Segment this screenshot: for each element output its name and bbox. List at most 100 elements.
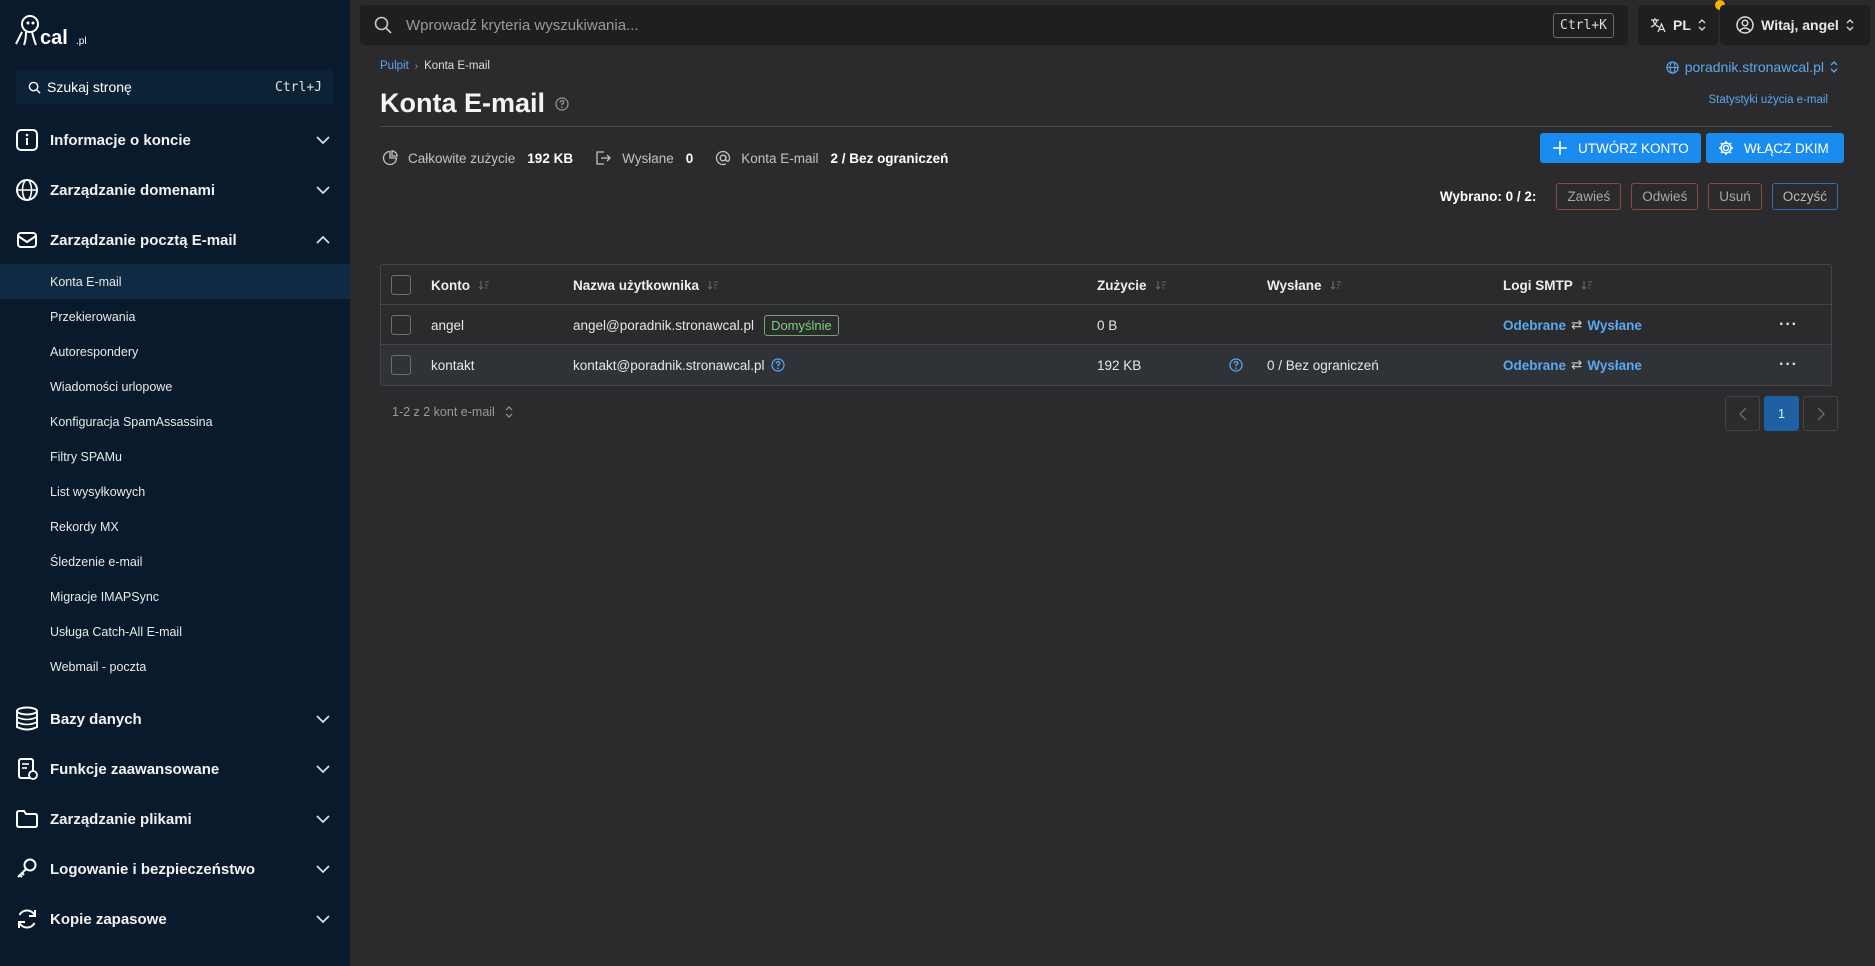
language-selector[interactable]: PL [1638,5,1718,45]
search-icon [374,16,392,34]
sidebar-group-account-info[interactable]: Informacje o koncie [0,115,350,165]
enable-dkim-button[interactable]: WŁĄCZ DKIM [1706,133,1844,163]
domain-selector[interactable]: poradnik.stronawcal.pl [1666,59,1838,75]
sidebar-item-spamassassin[interactable]: Konfiguracja SpamAssassina [0,404,350,439]
sidebar-group-label: Funkcje zaawansowane [50,760,220,778]
sidebar-item-vacation[interactable]: Wiadomości urlopowe [0,369,350,404]
pagination-info[interactable]: 1-2 z 2 kont e-mail [392,405,513,419]
global-search[interactable]: Wprowadź kryteria wyszukiwania... Ctrl+K [360,5,1628,45]
page-title-text: Konta E-mail [380,88,546,118]
row-checkbox[interactable] [391,355,411,375]
cell-usage: 192 KB [1097,357,1142,373]
chevron-down-icon [316,715,330,724]
sidebar: cal .pl Szukaj stronę Ctrl+J Informacje … [0,0,350,966]
sidebar-item-spam-filters[interactable]: Filtry SPAMu [0,439,350,474]
sent-log-link[interactable]: Wysłane [1587,318,1642,333]
more-actions-icon[interactable]: ··· [1779,316,1798,334]
table-header: Konto Nazwa użytkownika Zużycie Wysłane … [381,265,1831,305]
col-account-label: Konto [431,277,470,293]
clear-button[interactable]: Oczyść [1771,183,1838,210]
more-actions-icon[interactable]: ··· [1779,356,1798,374]
folder-icon [14,806,40,832]
col-account[interactable]: Konto [431,265,490,305]
select-all-checkbox[interactable] [391,275,411,295]
user-greeting: Witaj, angel [1761,17,1839,33]
sidebar-item-email-accounts[interactable]: Konta E-mail [0,264,350,299]
globe-icon [14,177,40,203]
delete-button[interactable]: Usuń [1708,183,1762,210]
sidebar-group-security[interactable]: Logowanie i bezpieczeństwo [0,844,350,894]
at-sign-icon [716,150,731,166]
global-search-input[interactable]: Wprowadź kryteria wyszukiwania... [406,17,1553,34]
plus-icon [1553,141,1567,155]
domain-name: poradnik.stronawcal.pl [1684,59,1824,75]
sidebar-item-mailing-lists[interactable]: List wysyłkowych [0,474,350,509]
select-all-checkbox-cell [391,265,411,305]
info-icon [14,127,40,153]
sidebar-item-forwarders[interactable]: Przekierowania [0,299,350,334]
suspend-button[interactable]: Zawieś [1556,183,1622,210]
col-smtp-label: Logi SMTP [1503,277,1573,293]
user-menu[interactable]: Witaj, angel [1720,5,1870,45]
cell-smtp-logs: Odebrane ⇄ Wysłane [1503,345,1642,385]
total-usage-value: 192 KB [527,150,574,166]
row-actions-cell: ··· [1779,305,1798,345]
pie-chart-icon [382,150,398,166]
col-username[interactable]: Nazwa użytkownika [573,265,719,305]
help-icon[interactable] [1229,358,1243,372]
chevron-right-icon [1817,407,1825,420]
sidebar-group-domains[interactable]: Zarządzanie domenami [0,165,350,215]
sidebar-group-databases[interactable]: Bazy danych [0,694,350,744]
chevron-down-icon [316,865,330,874]
help-icon[interactable] [555,96,569,111]
accounts-value: 2 / Bez ograniczeń [830,150,949,166]
sidebar-item-mx-records[interactable]: Rekordy MX [0,509,350,544]
table-row[interactable]: angel angel@poradnik.stronawcal.pl Domyśl… [381,305,1831,345]
table-row[interactable]: kontakt kontakt@poradnik.stronawcal.pl 1… [381,345,1831,385]
cell-account: angel [431,317,465,333]
sidebar-search[interactable]: Szukaj stronę Ctrl+J [16,70,334,104]
main-content: Pulpit › Konta E-mail poradnik.stronawca… [360,50,1870,966]
row-checkbox[interactable] [391,315,411,335]
usage-stats-link[interactable]: Statystyki użycia e-mail [1708,94,1828,106]
sidebar-item-webmail[interactable]: Webmail - poczta [0,649,350,684]
sort-icon [478,281,489,290]
row-checkbox-cell [391,305,411,345]
received-log-link[interactable]: Odebrane [1503,358,1566,373]
create-account-button[interactable]: UTWÓRZ KONTO [1540,133,1701,163]
col-sent-label: Wysłane [1267,277,1322,293]
help-icon[interactable] [770,358,785,372]
chevron-down-icon [316,765,330,774]
create-account-label: UTWÓRZ KONTO [1578,140,1689,156]
swap-arrows-icon: ⇄ [1571,357,1583,372]
page-button[interactable]: 1 [1764,396,1799,431]
total-usage-label: Całkowite zużycie [408,150,516,166]
breadcrumb-home[interactable]: Pulpit [380,60,409,72]
next-page-button[interactable] [1803,396,1838,431]
sidebar-group-files[interactable]: Zarządzanie plikami [0,794,350,844]
cell-username: angel@poradnik.stronawcal.pl Domyślnie [573,305,839,345]
row-checkbox-cell [391,345,411,385]
sidebar-group-email[interactable]: Zarządzanie pocztą E-mail [0,215,350,265]
sidebar-group-advanced[interactable]: Funkcje zaawansowane [0,744,350,794]
updown-chevron-icon [1698,19,1706,31]
sidebar-item-autoresponders[interactable]: Autorespondery [0,334,350,369]
col-usage[interactable]: Zużycie [1097,265,1167,305]
col-username-label: Nazwa użytkownika [573,277,700,293]
col-smtp[interactable]: Logi SMTP [1503,265,1593,305]
cal-logo[interactable]: cal .pl [14,12,94,49]
backup-icon [14,906,40,932]
unsuspend-button[interactable]: Odwieś [1631,183,1699,210]
sent-log-link[interactable]: Wysłane [1587,358,1642,373]
sidebar-item-imapsync[interactable]: Migracje IMAPSync [0,579,350,614]
usage-help-cell [1229,345,1243,385]
col-sent[interactable]: Wysłane [1267,265,1342,305]
advanced-icon [14,756,40,782]
prev-page-button[interactable] [1725,396,1760,431]
sidebar-item-catch-all[interactable]: Usługa Catch-All E-mail [0,614,350,649]
sidebar-group-backups[interactable]: Kopie zapasowe [0,894,350,944]
sidebar-item-email-tracking[interactable]: Śledzenie e-mail [0,544,350,579]
received-log-link[interactable]: Odebrane [1503,318,1566,333]
sort-icon [1581,281,1592,290]
globe-icon [1666,60,1679,74]
